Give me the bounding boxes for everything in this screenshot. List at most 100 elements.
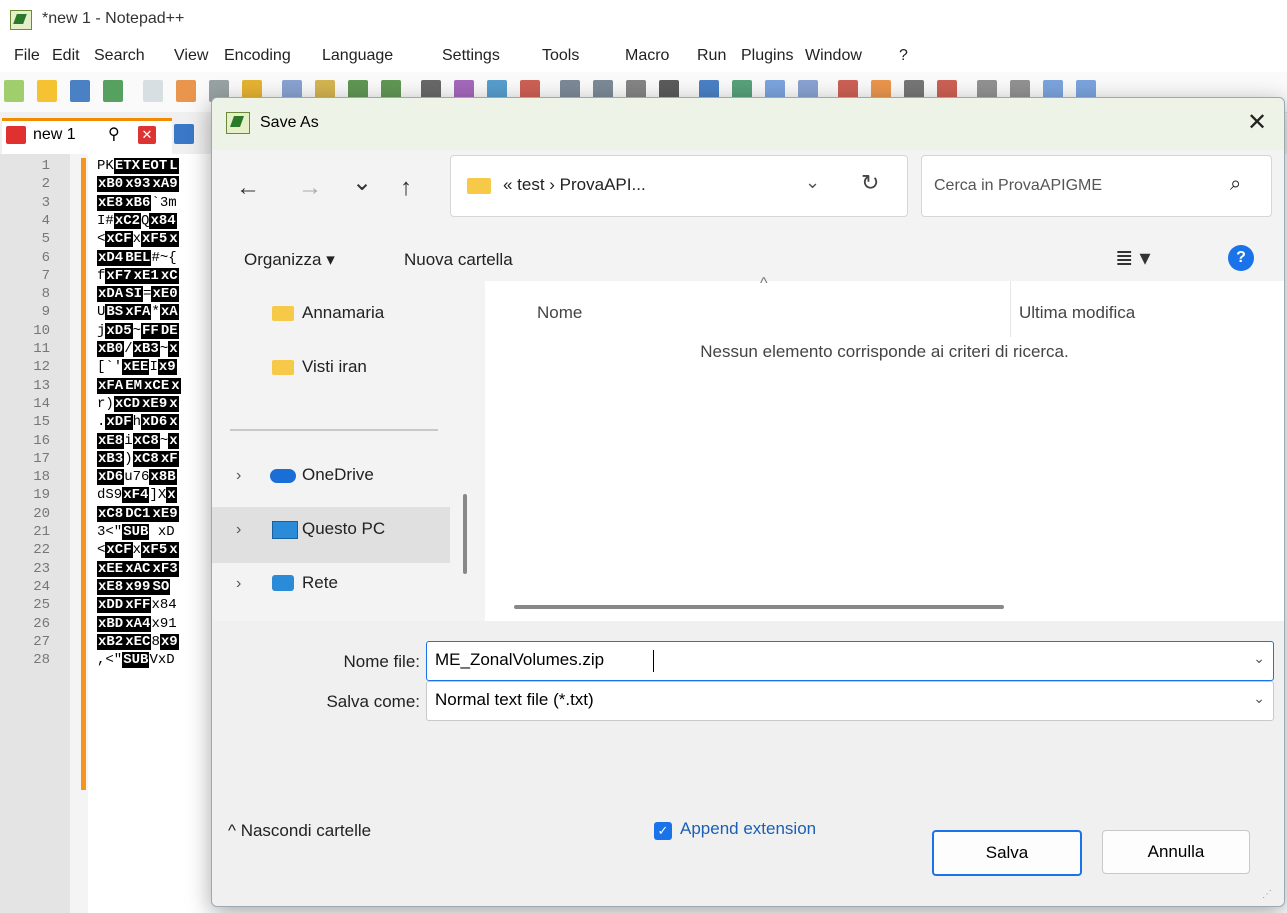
code-line[interactable]: PKETX EOT L [97, 158, 179, 174]
code-line[interactable]: xC8 DC1 xE9 [97, 505, 179, 522]
refresh-icon[interactable]: ↻ [861, 170, 879, 196]
code-line[interactable]: <xCFxxF5 x [97, 231, 179, 248]
nav-item-questo-pc[interactable]: Questo PC [302, 519, 385, 539]
chevron-down-icon[interactable]: ⌄ [1253, 690, 1265, 707]
menu-item-settings[interactable]: Settings [442, 47, 500, 65]
help-icon[interactable]: ? [1228, 245, 1254, 271]
nav-item-onedrive[interactable]: OneDrive [302, 465, 374, 485]
code-line[interactable]: xDD xFFx84 [97, 597, 177, 614]
notepadpp-logo-icon [10, 10, 32, 30]
column-header-name[interactable]: Nome [537, 303, 582, 323]
breadcrumb[interactable]: « test › ProvaAPI... [503, 175, 646, 195]
chevron-down-icon[interactable]: ⌄ [1253, 650, 1265, 667]
code-line[interactable]: xB0/xB3~x [97, 341, 179, 357]
code-line[interactable]: xD4 BEL#~{ [97, 249, 177, 266]
code-line[interactable]: 3<"SUB xD [97, 524, 175, 540]
code-line[interactable]: xB2 xEC8x9 [97, 633, 179, 650]
forward-arrow-icon[interactable]: → [298, 174, 322, 202]
nav-item-rete[interactable]: Rete [302, 573, 338, 593]
menu-item-file[interactable]: File [14, 47, 40, 65]
code-line[interactable]: I#xC2Qx84 [97, 212, 177, 229]
nav-scrollbar[interactable] [463, 494, 467, 574]
code-line[interactable]: xD6u76x8B [97, 469, 177, 486]
organize-menu-button[interactable]: Organizza ▾ [244, 250, 335, 270]
hide-folders-toggle[interactable]: ^ Nascondi cartelle [228, 821, 371, 841]
back-arrow-icon[interactable]: ← [236, 174, 260, 202]
control-char-token: xD6 [141, 414, 169, 431]
code-line[interactable]: xE8 x99 SO [97, 578, 171, 595]
code-line[interactable]: xDA SI=xE0 [97, 286, 179, 303]
menu-item-encoding[interactable]: Encoding [224, 47, 291, 65]
new-folder-button[interactable]: Nuova cartella [404, 250, 513, 270]
resize-grip-icon[interactable]: ⋰ [1262, 889, 1272, 900]
code-line[interactable]: xE8ixC8~x [97, 432, 179, 449]
tab-label[interactable]: new 1 [33, 126, 76, 144]
code-line[interactable]: r)xCD xE9 x [97, 395, 179, 412]
save-all-icon[interactable] [103, 80, 123, 102]
code-line[interactable]: xB3)xC8 xF [97, 450, 179, 467]
code-line[interactable]: .xDFhxD6 x [97, 414, 179, 431]
menu-item-window[interactable]: Window [805, 47, 862, 65]
code-line[interactable]: xBD xA4x91 [97, 615, 177, 632]
empty-message: Nessun elemento corrisponde ai criteri d… [700, 342, 1069, 361]
recent-locations-chevron-icon[interactable]: ⌄ [352, 168, 372, 197]
code-line[interactable]: ,<"SUBVxD [97, 652, 175, 669]
save-icon[interactable] [70, 80, 90, 102]
code-line[interactable]: fxF7 xE1 xC [97, 267, 179, 284]
code-line[interactable]: xB0 x93 xA9 [97, 176, 179, 193]
close-all-icon[interactable] [176, 80, 196, 102]
filename-field[interactable]: ME_ZonalVolumes.zip ⌄ [426, 641, 1274, 681]
control-char-token: BS [105, 304, 125, 321]
search-input[interactable]: Cerca in ProvaAPIGME ⌕ [921, 155, 1272, 217]
new-file-icon[interactable] [4, 80, 24, 102]
menu-item-run[interactable]: Run [697, 47, 726, 65]
menu-item-plugins[interactable]: Plugins [741, 47, 793, 65]
nav-item-annamaria[interactable]: Annamaria [302, 303, 384, 323]
menu-item-help[interactable]: ? [899, 47, 908, 65]
address-bar[interactable]: « test › ProvaAPI... ⌄ ↻ [450, 155, 908, 217]
code-line[interactable]: xFA EM xCE x [97, 377, 181, 394]
code-line[interactable]: xE8 xB6`3m [97, 194, 177, 211]
expand-chevron-icon[interactable]: › [236, 467, 241, 485]
code-line[interactable]: dS9xF4]Xx [97, 487, 177, 504]
cancel-button[interactable]: Annulla [1102, 830, 1250, 874]
close-tab-icon[interactable]: ✕ [138, 126, 156, 144]
append-extension-label[interactable]: Append extension [680, 819, 816, 839]
open-file-icon[interactable] [37, 80, 57, 102]
menu-item-view[interactable]: View [174, 47, 208, 65]
menu-item-edit[interactable]: Edit [52, 47, 80, 65]
savetype-select[interactable]: Normal text file (*.txt) ⌄ [426, 681, 1274, 721]
expand-chevron-icon[interactable]: › [236, 575, 241, 593]
control-char-token: x [168, 231, 179, 248]
control-char-token: xE0 [151, 286, 179, 303]
code-line[interactable]: xEE xAC xF3 [97, 560, 179, 577]
computer-icon [272, 521, 298, 539]
code-line[interactable]: [`'xEEIx9 [97, 359, 177, 376]
code-line[interactable]: <xCFxxF5 x [97, 542, 179, 559]
view-options-icon[interactable]: ≣ ▾ [1115, 245, 1151, 271]
menu-item-language[interactable]: Language [322, 47, 393, 65]
pin-icon[interactable]: ⚲ [108, 124, 120, 144]
close-icon[interactable]: ✕ [1242, 108, 1272, 137]
line-number: 10 [33, 322, 50, 339]
code-line[interactable]: jxD5~FF DE [97, 322, 179, 339]
file-list[interactable]: ^ Nome Ultima modifica Nessun elemento c… [485, 275, 1284, 621]
folder-icon [272, 306, 294, 321]
code-line[interactable]: UBS xFA*xA [97, 304, 179, 321]
text-token: * [151, 304, 160, 321]
menu-item-macro[interactable]: Macro [625, 47, 669, 65]
menu-item-search[interactable]: Search [94, 47, 145, 65]
expand-chevron-icon[interactable]: › [236, 521, 241, 539]
search-icon[interactable]: ⌕ [1230, 173, 1241, 196]
column-divider[interactable] [1010, 281, 1011, 337]
menu-item-tools[interactable]: Tools [542, 47, 579, 65]
close-icon[interactable] [143, 80, 163, 102]
chevron-down-icon[interactable]: ⌄ [805, 172, 820, 193]
save-icon[interactable] [174, 124, 194, 144]
nav-item-visti-iran[interactable]: Visti iran [302, 357, 367, 377]
append-extension-checkbox[interactable]: ✓ [654, 822, 672, 840]
up-arrow-icon[interactable]: ↑ [400, 174, 412, 202]
column-header-modified[interactable]: Ultima modifica [1019, 303, 1135, 323]
save-button[interactable]: Salva [932, 830, 1082, 876]
horizontal-scrollbar[interactable] [514, 605, 1004, 609]
